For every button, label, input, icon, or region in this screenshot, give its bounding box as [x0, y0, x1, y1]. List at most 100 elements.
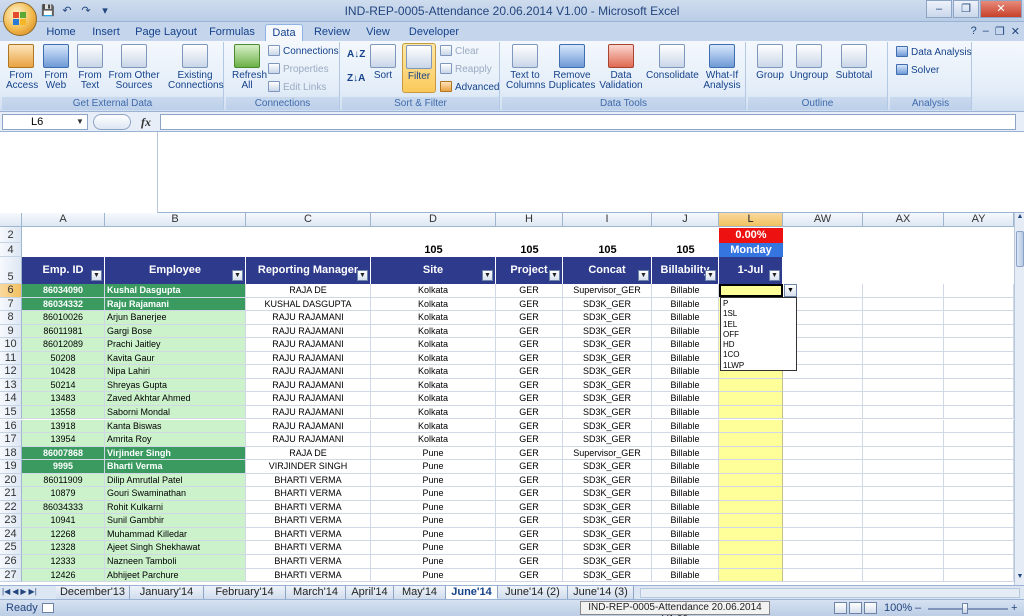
column-header-i[interactable]: I [563, 213, 652, 227]
row-header[interactable]: 23 [0, 514, 22, 528]
empty-cell[interactable] [783, 473, 863, 488]
manager-cell[interactable]: BHARTI VERMA [246, 527, 371, 542]
project-cell[interactable]: GER [496, 460, 563, 474]
billability-cell[interactable]: Billable [652, 527, 719, 542]
header-cell-h[interactable]: Project ▼ [496, 257, 563, 284]
project-cell[interactable]: GER [496, 311, 563, 325]
attendance-cell[interactable] [719, 541, 783, 555]
site-cell[interactable]: Kolkata [371, 392, 496, 406]
workbook-close-icon[interactable]: ✕ [1011, 25, 1020, 38]
attendance-cell[interactable] [719, 514, 783, 528]
empty-cell[interactable] [863, 555, 944, 569]
manager-cell[interactable]: BHARTI VERMA [246, 514, 371, 528]
concat-cell[interactable]: SD3K_GER [563, 460, 652, 474]
empty-cell[interactable] [783, 555, 863, 569]
site-cell[interactable]: Kolkata [371, 311, 496, 325]
employee-name-cell[interactable]: Shreyas Gupta [105, 378, 246, 393]
row-header[interactable]: 5 [0, 257, 22, 284]
employee-name-cell[interactable]: Abhijeet Parchure [105, 568, 246, 583]
billability-cell[interactable]: Billable [652, 297, 719, 312]
sheet-tab[interactable]: February'14 [204, 586, 286, 599]
empty-cell[interactable] [863, 351, 944, 366]
empty-cell[interactable] [783, 378, 863, 393]
billability-cell[interactable]: Billable [652, 392, 719, 406]
empty-cell[interactable] [944, 433, 1014, 447]
tab-home[interactable]: Home [40, 24, 82, 41]
empty-cell[interactable] [863, 446, 944, 461]
concat-cell[interactable]: SD3K_GER [563, 405, 652, 420]
page-break-view-icon[interactable] [864, 602, 877, 614]
validation-option[interactable]: HD [721, 340, 796, 350]
empty-cell[interactable] [783, 419, 863, 433]
from-other-sources-button[interactable]: From Other Sources [108, 44, 160, 91]
employee-name-cell[interactable]: Kushal Dasgupta [105, 284, 246, 298]
vertical-scrollbar[interactable]: ▲ ▼ [1014, 213, 1024, 585]
emp-id-cell[interactable]: 86011909 [22, 473, 105, 488]
manager-cell[interactable]: RAJU RAJAMANI [246, 365, 371, 379]
clear-button[interactable]: Clear [440, 45, 479, 59]
site-cell[interactable]: Pune [371, 568, 496, 583]
row-header[interactable]: 24 [0, 527, 22, 542]
empty-cell[interactable] [783, 568, 863, 583]
empty-cell[interactable] [783, 392, 863, 406]
sheet-tab[interactable]: January'14 [130, 586, 204, 599]
site-cell[interactable]: Pune [371, 514, 496, 528]
manager-cell[interactable]: BHARTI VERMA [246, 487, 371, 501]
billability-cell[interactable]: Billable [652, 460, 719, 474]
ribbon-minimize-icon[interactable]: – [983, 25, 989, 38]
empty-cell[interactable] [944, 446, 1014, 461]
header-cell-c[interactable]: Reporting Manager ▼ [246, 257, 371, 284]
count-cell-i[interactable]: 105 [563, 243, 652, 257]
site-cell[interactable]: Kolkata [371, 324, 496, 339]
empty-cell[interactable] [783, 487, 863, 501]
sheet-tab[interactable]: December'13 [56, 586, 130, 599]
empty-cell[interactable] [783, 527, 863, 542]
header-cell-l[interactable]: 1-Jul ▼ [719, 257, 783, 284]
row-header[interactable]: 19 [0, 460, 22, 474]
manager-cell[interactable]: KUSHAL DASGUPTA [246, 297, 371, 312]
project-cell[interactable]: GER [496, 284, 563, 298]
empty-cell[interactable] [944, 365, 1014, 379]
autofilter-dropdown-icon[interactable]: ▼ [705, 270, 716, 281]
empty-cell[interactable] [944, 338, 1014, 352]
empty-cell[interactable] [863, 297, 944, 312]
empty-cell[interactable] [944, 555, 1014, 569]
zoom-level[interactable]: 100% [884, 602, 912, 614]
project-cell[interactable]: GER [496, 297, 563, 312]
emp-id-cell[interactable]: 50208 [22, 351, 105, 366]
site-cell[interactable]: Kolkata [371, 284, 496, 298]
manager-cell[interactable]: RAJA DE [246, 284, 371, 298]
manager-cell[interactable]: BHARTI VERMA [246, 541, 371, 555]
emp-id-cell[interactable]: 13483 [22, 392, 105, 406]
emp-id-cell[interactable]: 12328 [22, 541, 105, 555]
autofilter-dropdown-icon[interactable]: ▼ [91, 270, 102, 281]
project-cell[interactable]: GER [496, 338, 563, 352]
empty-cell[interactable] [863, 541, 944, 555]
concat-cell[interactable]: SD3K_GER [563, 311, 652, 325]
sort-ascending-button[interactable]: A↓Z [347, 48, 365, 62]
empty-cell[interactable] [944, 568, 1014, 583]
empty-cell[interactable] [944, 311, 1014, 325]
employee-name-cell[interactable]: Kavita Gaur [105, 351, 246, 366]
employee-name-cell[interactable]: Kanta Biswas [105, 419, 246, 434]
emp-id-cell[interactable]: 10879 [22, 487, 105, 501]
scroll-thumb[interactable] [1016, 231, 1024, 267]
row-header[interactable]: 11 [0, 351, 22, 366]
row-header[interactable]: 6 [0, 284, 22, 298]
row-header[interactable]: 10 [0, 338, 22, 352]
close-button[interactable]: ✕ [980, 0, 1022, 18]
empty-cell[interactable] [783, 541, 863, 555]
employee-name-cell[interactable]: Nazneen Tamboli [105, 555, 246, 569]
prev-sheet-icon[interactable]: ◀ [12, 587, 18, 596]
insert-function-icon[interactable]: fx [141, 115, 151, 130]
tab-developer[interactable]: Developer [404, 24, 464, 41]
validation-option[interactable]: 1EL [721, 320, 796, 330]
edit-links-button[interactable]: Edit Links [268, 81, 326, 95]
empty-cell[interactable] [944, 419, 1014, 433]
ribbon-restore-icon[interactable]: ❐ [995, 25, 1005, 38]
attendance-cell[interactable] [719, 405, 783, 420]
empty-cell[interactable] [863, 365, 944, 379]
sheet-tab[interactable]: June'14 [446, 586, 498, 599]
billability-cell[interactable]: Billable [652, 541, 719, 555]
billability-cell[interactable]: Billable [652, 284, 719, 298]
